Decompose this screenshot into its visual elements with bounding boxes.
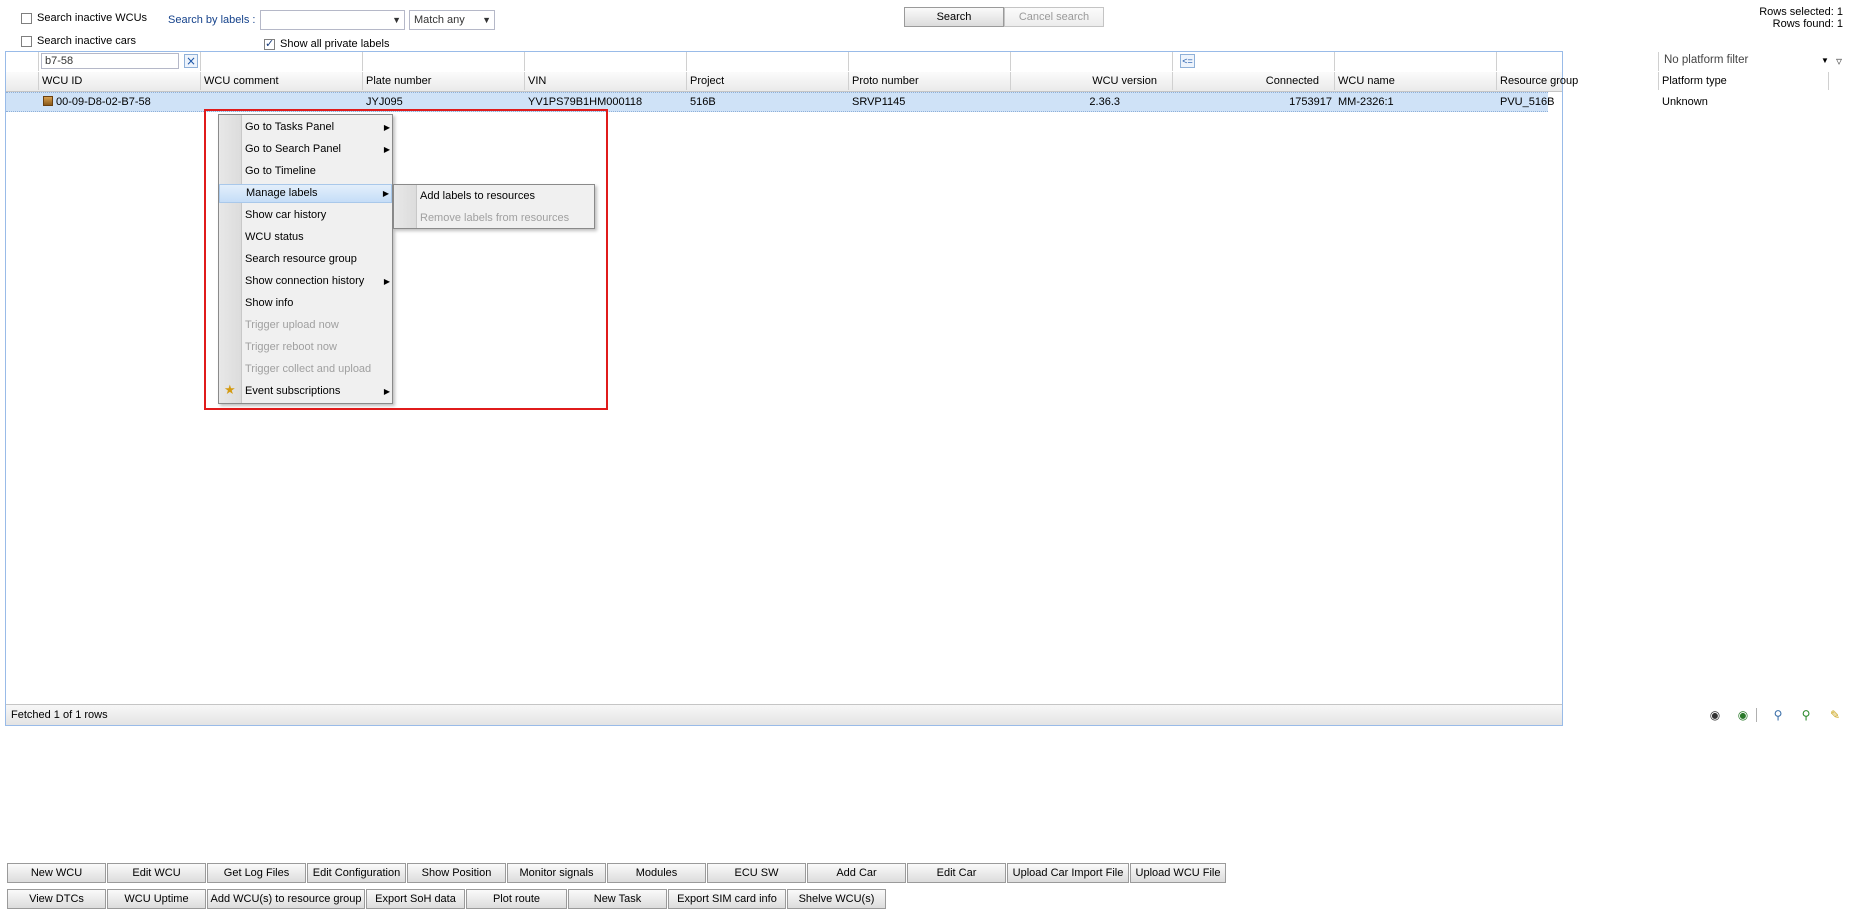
edit-wcu-button[interactable]: Edit WCU xyxy=(107,863,206,883)
zoom-out-icon[interactable]: ⚲ xyxy=(1771,708,1785,722)
edit-configuration-button[interactable]: Edit Configuration xyxy=(307,863,406,883)
column-header-row: WCU ID WCU comment Plate number VIN Proj… xyxy=(6,72,1829,92)
vin-filter-cell[interactable] xyxy=(525,52,687,71)
connected-operator-button[interactable]: <= xyxy=(1180,54,1195,68)
fetched-rows-text: Fetched 1 of 1 rows xyxy=(11,709,108,721)
platform-filter-select[interactable]: No platform filter xyxy=(1664,54,1748,66)
search-button[interactable]: Search xyxy=(904,7,1004,27)
column-header-wcu-id[interactable]: WCU ID xyxy=(39,72,201,90)
rows-selected-text: Rows selected: 1 xyxy=(1759,6,1843,18)
column-header-proto-number[interactable]: Proto number xyxy=(849,72,1011,90)
column-header-wcu-version[interactable]: WCU version xyxy=(1011,72,1173,90)
search-inactive-wcus-label: Search inactive WCUs xyxy=(37,12,148,24)
cell-wcu-version: 2.36.3 xyxy=(1089,96,1120,108)
clear-filter-icon[interactable]: × xyxy=(184,54,198,68)
search-inactive-cars-label: Search inactive cars xyxy=(37,35,137,47)
column-header-project[interactable]: Project xyxy=(687,72,849,90)
binoculars-add-icon[interactable]: ◉ xyxy=(1736,708,1750,722)
cell-connected: 1753917 xyxy=(1289,96,1332,108)
proto-number-filter-cell[interactable] xyxy=(849,52,1011,71)
wcu-id-filter-input[interactable] xyxy=(41,53,179,69)
show-position-button[interactable]: Show Position xyxy=(407,863,506,883)
view-dtcs-button[interactable]: View DTCs xyxy=(7,889,106,909)
labels-select[interactable]: ▼ xyxy=(260,10,405,30)
export-sim-card-info-button[interactable]: Export SIM card info xyxy=(668,889,786,909)
zoom-in-icon[interactable]: ⚲ xyxy=(1799,708,1813,722)
cancel-search-button[interactable]: Cancel search xyxy=(1004,7,1104,27)
column-header-wcu-comment[interactable]: WCU comment xyxy=(201,72,363,90)
platform-filter-cell: No platform filter xyxy=(1659,52,1829,71)
toolbar-divider xyxy=(1756,708,1757,722)
modules-button[interactable]: Modules xyxy=(607,863,706,883)
binoculars-icon[interactable]: ◉ xyxy=(1708,708,1722,722)
plate-number-filter-cell[interactable] xyxy=(363,52,525,71)
project-filter-cell[interactable] xyxy=(687,52,849,71)
column-header-blank xyxy=(6,72,39,90)
wcu-id-filter-cell: × xyxy=(39,52,201,71)
cell-platform-type: Unknown xyxy=(1662,96,1708,108)
wcu-version-filter-cell[interactable] xyxy=(1011,52,1173,71)
platform-filter-dropdown-icon[interactable]: ▼ xyxy=(1821,56,1829,65)
get-log-files-button[interactable]: Get Log Files xyxy=(207,863,306,883)
wcu-uptime-button[interactable]: WCU Uptime xyxy=(107,889,206,909)
add-wcu-to-resource-group-button[interactable]: Add WCU(s) to resource group xyxy=(207,889,365,909)
filter-row: × <= No platform filter xyxy=(6,52,1748,73)
search-inactive-cars-checkbox[interactable] xyxy=(21,36,32,47)
cell-wcu-id: 00-09-D8-02-B7-58 xyxy=(56,96,151,108)
cell-proto-number: SRVP1145 xyxy=(852,96,906,108)
cell-wcu-name: MM-2326:1 xyxy=(1338,96,1394,108)
rows-found-text: Rows found: 1 xyxy=(1772,18,1843,30)
column-header-resource-group[interactable]: Resource group xyxy=(1497,72,1659,90)
search-by-labels-label: Search by labels : xyxy=(168,14,256,26)
column-header-vin[interactable]: VIN xyxy=(525,72,687,90)
column-header-wcu-name[interactable]: WCU name xyxy=(1335,72,1497,90)
column-header-plate-number[interactable]: Plate number xyxy=(363,72,525,90)
column-header-platform-type[interactable]: Platform type xyxy=(1659,72,1829,90)
search-inactive-wcus-checkbox[interactable] xyxy=(21,13,32,24)
add-car-button[interactable]: Add Car xyxy=(807,863,906,883)
clear-brush-icon[interactable]: ✎ xyxy=(1828,708,1842,722)
upload-car-import-file-button[interactable]: Upload Car Import File xyxy=(1007,863,1129,883)
show-all-private-labels-label: Show all private labels xyxy=(280,38,390,50)
wcu-name-filter-cell[interactable] xyxy=(1335,52,1497,71)
cell-resource-group: PVU_516B xyxy=(1500,96,1555,108)
highlight-box xyxy=(204,109,608,410)
ecu-sw-button[interactable]: ECU SW xyxy=(707,863,806,883)
filter-funnel-icon[interactable]: ▿ xyxy=(1836,54,1842,68)
resource-group-filter-cell[interactable] xyxy=(1497,52,1659,71)
show-all-private-labels-checkbox[interactable] xyxy=(264,37,275,50)
chevron-down-icon: ▼ xyxy=(392,15,401,25)
match-select-value: Match any xyxy=(414,14,465,26)
shelve-wcus-button[interactable]: Shelve WCU(s) xyxy=(787,889,886,909)
cell-project: 516B xyxy=(690,96,716,108)
car-icon xyxy=(43,96,53,106)
chevron-down-icon: ▼ xyxy=(482,15,491,25)
connected-filter-cell: <= xyxy=(1173,52,1335,71)
grid-status-bar: Fetched 1 of 1 rows ◉ ◉ ⚲ ⚲ ✎ xyxy=(6,704,1840,725)
new-task-button[interactable]: New Task xyxy=(568,889,667,909)
upload-wcu-file-button[interactable]: Upload WCU File xyxy=(1130,863,1226,883)
match-select[interactable]: Match any ▼ xyxy=(409,10,495,30)
edit-car-button[interactable]: Edit Car xyxy=(907,863,1006,883)
column-header-connected[interactable]: Connected xyxy=(1173,72,1335,90)
monitor-signals-button[interactable]: Monitor signals xyxy=(507,863,606,883)
new-wcu-button[interactable]: New WCU xyxy=(7,863,106,883)
export-soh-data-button[interactable]: Export SoH data xyxy=(366,889,465,909)
filter-cell-blank xyxy=(6,52,39,71)
plot-route-button[interactable]: Plot route xyxy=(466,889,567,909)
wcu-comment-filter-cell[interactable] xyxy=(201,52,363,71)
